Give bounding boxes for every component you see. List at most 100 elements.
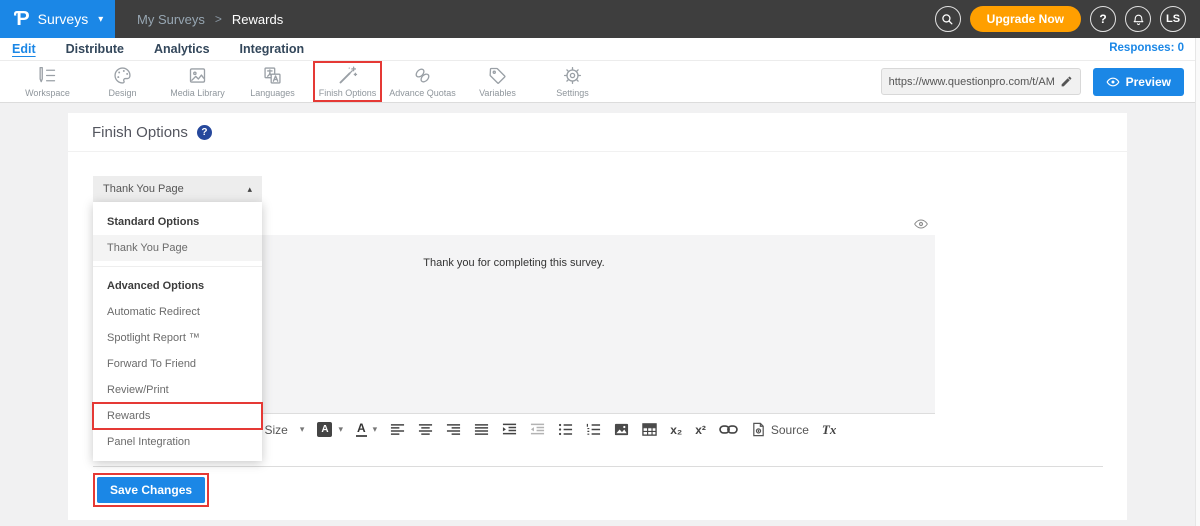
bullet-list-button[interactable] (558, 422, 573, 437)
toolbar-item-settings[interactable]: Settings (535, 62, 610, 101)
survey-nav-bar: Edit Distribute Analytics Integration Re… (0, 38, 1200, 61)
menu-item-rewards[interactable]: Rewards (93, 403, 262, 429)
design-icon (112, 65, 133, 86)
toolbar-item-workspace[interactable]: Workspace (10, 62, 85, 101)
workspace-icon (37, 65, 58, 86)
menu-group-advanced-options: Advanced Options (93, 272, 262, 299)
notifications-button[interactable] (1125, 6, 1151, 32)
align-center-icon (418, 422, 433, 437)
survey-url-field[interactable]: https://www.questionpro.com/t/AMkGQ (881, 68, 1081, 95)
edit-url-pencil-icon[interactable] (1060, 75, 1073, 88)
toolbar-item-variables[interactable]: Variables (460, 62, 535, 101)
survey-url-text: https://www.questionpro.com/t/AMkGQ (889, 76, 1055, 88)
product-menu-label: Surveys (38, 11, 89, 27)
save-changes-highlight: Save Changes (93, 473, 209, 507)
background-color-button[interactable]: A▾ (317, 422, 343, 437)
tab-integration[interactable]: Integration (240, 42, 305, 56)
menu-item-thank-you-page[interactable]: Thank You Page (93, 235, 262, 261)
thank-you-message: Thank you for completing this survey. (423, 257, 604, 269)
toolbar-item-languages[interactable]: Languages (235, 62, 310, 101)
justify-icon (474, 422, 489, 437)
breadcrumb-my-surveys[interactable]: My Surveys (137, 12, 205, 27)
breadcrumb-separator: > (215, 12, 222, 26)
finish-option-selected-value: Thank You Page (103, 183, 184, 195)
tab-edit[interactable]: Edit (12, 42, 36, 56)
image-icon (614, 422, 629, 437)
upgrade-now-button[interactable]: Upgrade Now (970, 6, 1081, 32)
table-icon (642, 422, 657, 437)
menu-divider (93, 266, 262, 267)
questionpro-logo-icon: Ƥ (14, 9, 30, 29)
decrease-indent-button[interactable] (530, 422, 545, 437)
increase-indent-button[interactable] (502, 422, 517, 437)
link-icon (719, 423, 738, 436)
search-icon (941, 13, 954, 26)
align-left-icon (390, 422, 405, 437)
finish-option-select[interactable]: Thank You Page ▴ (93, 176, 262, 202)
breadcrumb-current: Rewards (232, 12, 283, 27)
menu-item-spotlight-report[interactable]: Spotlight Report ™ (93, 325, 262, 351)
source-doc-icon (751, 422, 766, 437)
settings-icon (562, 65, 583, 86)
header-actions: Upgrade Now ? LS (935, 0, 1200, 38)
finish-options-panel: Finish Options ? Thank You Page ▴ Standa… (68, 113, 1127, 520)
divider (93, 466, 1103, 467)
source-button[interactable]: Source (751, 422, 809, 437)
chevron-down-icon: ▾ (98, 14, 103, 25)
subscript-button[interactable]: x₂ (670, 423, 682, 437)
toolbar-right: https://www.questionpro.com/t/AMkGQ Prev… (881, 68, 1200, 96)
align-right-button[interactable] (446, 422, 461, 437)
variables-icon (487, 65, 508, 86)
numbered-list-button[interactable] (586, 422, 601, 437)
page-title: Finish Options (92, 124, 188, 141)
search-button[interactable] (935, 6, 961, 32)
align-right-icon (446, 422, 461, 437)
remove-format-button[interactable]: Tx (822, 422, 836, 438)
toolbar-item-finish-options[interactable]: Finish Options (310, 62, 385, 101)
tab-distribute[interactable]: Distribute (66, 42, 124, 56)
tab-analytics[interactable]: Analytics (154, 42, 210, 56)
page-scrollbar[interactable] (1195, 38, 1200, 526)
toolbar-item-design[interactable]: Design (85, 62, 160, 101)
insert-link-button[interactable] (719, 423, 738, 436)
breadcrumb: My Surveys > Rewards (137, 0, 283, 38)
increase-indent-icon (502, 422, 517, 437)
finish-options-icon (337, 65, 358, 86)
bell-icon (1132, 13, 1145, 26)
panel-header: Finish Options ? (68, 113, 1127, 152)
chevron-down-icon: ▾ (338, 424, 343, 435)
justify-button[interactable] (474, 422, 489, 437)
toolbar-item-media-library[interactable]: Media Library (160, 62, 235, 101)
bullet-list-icon (558, 422, 573, 437)
edit-toolbar-items: Workspace Design Media Library Languages… (10, 62, 610, 101)
align-center-button[interactable] (418, 422, 433, 437)
toolbar-item-advance-quotas[interactable]: Advance Quotas (385, 62, 460, 101)
menu-item-automatic-redirect[interactable]: Automatic Redirect (93, 299, 262, 325)
help-button[interactable]: ? (1090, 6, 1116, 32)
media-library-icon (187, 65, 208, 86)
preview-button[interactable]: Preview (1093, 68, 1184, 96)
survey-tabs: Edit Distribute Analytics Integration (0, 42, 304, 56)
languages-icon (262, 65, 283, 86)
superscript-button[interactable]: x² (695, 423, 706, 437)
edit-toolbar: Workspace Design Media Library Languages… (0, 61, 1200, 103)
size-select[interactable]: Size▾ (264, 423, 304, 437)
menu-item-review-print[interactable]: Review/Print (93, 377, 262, 403)
menu-item-forward-to-friend[interactable]: Forward To Friend (93, 351, 262, 377)
product-menu[interactable]: Ƥ Surveys ▾ (0, 0, 115, 38)
menu-item-panel-integration[interactable]: Panel Integration (93, 429, 262, 455)
top-header-bar: Ƥ Surveys ▾ My Surveys > Rewards Upgrade… (0, 0, 1200, 38)
finish-option-menu: Standard Options Thank You Page Advanced… (93, 202, 262, 461)
decrease-indent-icon (530, 422, 545, 437)
text-color-button[interactable]: A▾ (356, 422, 377, 437)
chevron-down-icon: ▾ (300, 424, 305, 435)
responses-count-link[interactable]: Responses: 0 (1109, 42, 1184, 54)
page-help-icon[interactable]: ? (197, 125, 212, 140)
save-changes-button[interactable]: Save Changes (97, 477, 205, 503)
preview-eye-icon[interactable] (913, 216, 929, 232)
avatar[interactable]: LS (1160, 6, 1186, 32)
avatar-initials: LS (1166, 13, 1180, 25)
insert-image-button[interactable] (614, 422, 629, 437)
insert-table-button[interactable] (642, 422, 657, 437)
align-left-button[interactable] (390, 422, 405, 437)
